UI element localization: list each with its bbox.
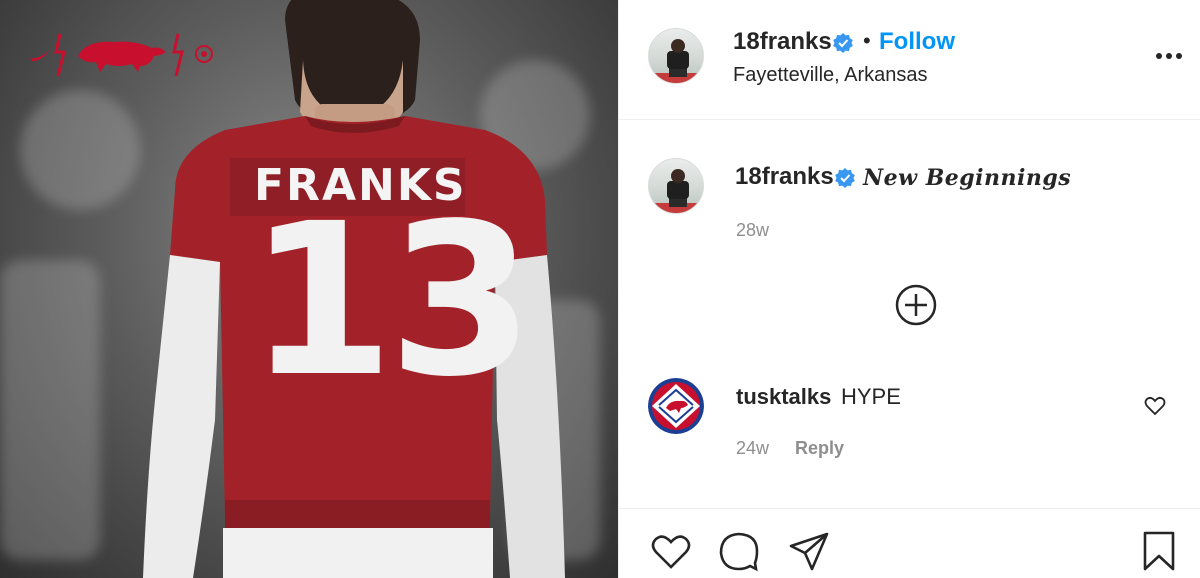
post-detail-panel: 18franks • Follow Fayetteville, Arkansas… — [618, 0, 1200, 578]
comment-timestamp[interactable]: 24w — [736, 438, 769, 459]
comment-text: HYPE — [841, 384, 901, 409]
author-avatar[interactable] — [648, 28, 704, 84]
post-location[interactable]: Fayetteville, Arkansas — [733, 64, 928, 87]
verified-badge-icon — [835, 168, 855, 188]
follow-button[interactable]: Follow — [879, 28, 955, 56]
jersey-number-text: 13 — [248, 178, 534, 423]
author-username[interactable]: 18franks — [733, 28, 832, 56]
comment-username[interactable]: tusktalks — [736, 384, 831, 410]
lightning-mark-icon — [54, 33, 66, 77]
bookmark-icon[interactable] — [1137, 529, 1181, 573]
more-options-icon[interactable] — [1151, 44, 1187, 68]
caption-text: New Beginnings — [863, 165, 1072, 191]
nike-swoosh-icon — [30, 50, 50, 62]
comment-like-icon[interactable] — [1143, 394, 1167, 418]
caption-username[interactable]: 18franks — [735, 163, 834, 191]
background-blur — [0, 260, 100, 560]
comment-icon[interactable] — [717, 529, 761, 573]
post-action-bar — [619, 508, 1200, 578]
heart-icon[interactable] — [649, 529, 693, 573]
share-icon[interactable] — [787, 529, 831, 573]
caption-author-avatar[interactable] — [648, 158, 704, 214]
post-header: 18franks • Follow Fayetteville, Arkansas — [619, 0, 1200, 120]
caption-timestamp[interactable]: 28w — [736, 220, 769, 241]
commenter-avatar[interactable] — [648, 378, 704, 434]
reply-button[interactable]: Reply — [795, 438, 844, 459]
load-more-comments-icon[interactable] — [895, 284, 937, 326]
background-blur — [20, 90, 140, 210]
post-photo[interactable]: FRANKS 13 — [0, 0, 618, 578]
separator-dot: • — [863, 28, 871, 53]
verified-badge-icon — [833, 33, 853, 53]
